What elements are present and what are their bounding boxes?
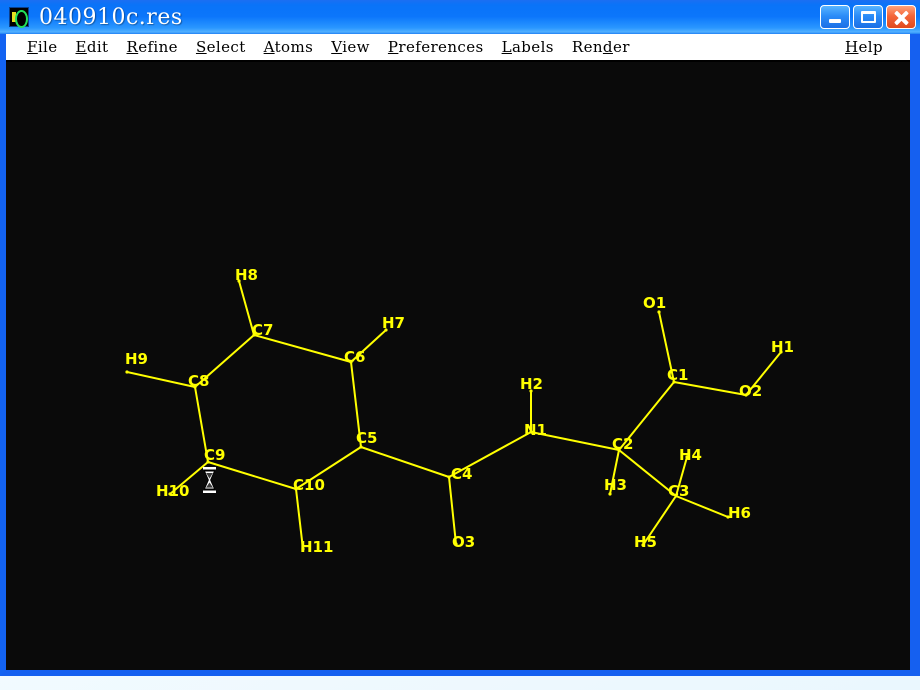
atom-label-C9[interactable]: C9 [204, 446, 225, 464]
menu-accelerator-key: d [602, 38, 613, 56]
atom-label-H2[interactable]: H2 [520, 375, 543, 393]
atom-label-C8[interactable]: C8 [188, 372, 209, 390]
atom-label-O2[interactable]: O2 [739, 382, 762, 400]
atom-group: O1 C1 O2 H1 C2 H3 C3 H4 H5 H6 N1 H2 C4 O3 C5 C6 H7 C7 H8 C8… [125, 266, 794, 556]
molecule-canvas[interactable]: O1 C1 O2 H1 C2 H3 C3 H4 H5 H6 N1 H2 C4 O3 C5 C6 H7 C7 H8 C8… [6, 62, 910, 670]
molecule-drawing: O1 C1 O2 H1 C2 H3 C3 H4 H5 H6 N1 H2 C4 O3 C5 C6 H7 C7 H8 C8… [125, 266, 794, 556]
menu-label-suffix: ile [37, 38, 58, 56]
bond-C6-C7[interactable] [253, 334, 352, 363]
atom-label-H4[interactable]: H4 [679, 446, 702, 464]
menu-label-suffix: elp [858, 38, 883, 56]
menu-accelerator-key: F [27, 38, 38, 56]
menu-accelerator-key: S [195, 38, 207, 56]
menu-item-view[interactable]: View [322, 38, 379, 56]
menu-item-help[interactable]: Help [836, 38, 892, 56]
atom-label-H9[interactable]: H9 [125, 350, 148, 368]
minimize-icon [829, 19, 841, 23]
menu-label-suffix: references [398, 38, 484, 56]
bond-group [126, 280, 782, 550]
menu-item-atoms[interactable]: Atoms [255, 38, 323, 56]
close-button[interactable] [886, 5, 916, 29]
atom-label-H8[interactable]: H8 [235, 266, 258, 284]
menu-label-suffix: iew [342, 38, 370, 56]
menu-item-edit[interactable]: Edit [66, 38, 117, 56]
atom-label-O1[interactable]: O1 [643, 294, 666, 312]
menu-accelerator-key: A [263, 38, 275, 56]
atom-label-O3[interactable]: O3 [452, 533, 475, 551]
atom-label-C5[interactable]: C5 [356, 429, 377, 447]
atom-label-C10[interactable]: C10 [293, 476, 325, 494]
menu-label-prefix: Ren [571, 38, 603, 56]
menu-accelerator-key: H [845, 38, 859, 56]
atom-label-C7[interactable]: C7 [252, 321, 273, 339]
title-bar[interactable]: 040910c.res [0, 0, 920, 34]
atom-label-C6[interactable]: C6 [344, 348, 365, 366]
atom-label-C3[interactable]: C3 [668, 482, 689, 500]
atom-label-H11[interactable]: H11 [300, 538, 333, 556]
menu-accelerator-key: L [501, 38, 512, 56]
menu-label-suffix: er [612, 38, 630, 56]
bond-C8-H9[interactable] [126, 371, 196, 388]
menu-label-suffix: toms [274, 38, 314, 56]
menu-accelerator-key: R [126, 38, 139, 56]
menu-item-labels[interactable]: Labels [493, 38, 563, 56]
menu-label-suffix: abels [511, 38, 554, 56]
maximize-icon [861, 11, 876, 23]
menu-item-preferences[interactable]: Preferences [379, 38, 493, 56]
atom-label-C1[interactable]: C1 [667, 366, 688, 384]
menu-item-file[interactable]: File [18, 38, 66, 56]
atom-label-C4[interactable]: C4 [451, 465, 472, 483]
menu-accelerator-key: V [331, 38, 343, 56]
atom-label-H3[interactable]: H3 [604, 476, 627, 494]
molecule-icon [9, 7, 29, 28]
menu-accelerator-key: P [387, 38, 399, 56]
atom-label-N1[interactable]: N1 [524, 421, 547, 439]
menu-label-suffix: efine [138, 38, 178, 56]
bond-C4-C5[interactable] [360, 446, 450, 478]
application-window: 040910c.res File Edit Refine Select Atoms Vie… [0, 0, 920, 676]
atom-label-H10[interactable]: H10 [156, 482, 189, 500]
menu-item-render[interactable]: Render [563, 38, 639, 56]
window-controls [820, 5, 916, 29]
atom-label-H6[interactable]: H6 [728, 504, 751, 522]
menu-accelerator-key: E [75, 38, 87, 56]
menu-label-suffix: elect [206, 38, 246, 56]
atom-label-H7[interactable]: H7 [382, 314, 405, 332]
atom-vertex-H9[interactable] [125, 370, 129, 374]
atom-label-H1[interactable]: H1 [771, 338, 794, 356]
atom-label-H5[interactable]: H5 [634, 533, 657, 551]
bond-C9-C10[interactable] [207, 461, 297, 490]
menu-label-suffix: dit [86, 38, 109, 56]
menu-bar: File Edit Refine Select Atoms View Preferences… [6, 34, 910, 62]
window-title: 040910c.res [39, 4, 183, 30]
minimize-button[interactable] [820, 5, 850, 29]
atom-label-C2[interactable]: C2 [612, 435, 633, 453]
menu-item-refine[interactable]: Refine [117, 38, 186, 56]
menu-item-select[interactable]: Select [187, 38, 255, 56]
maximize-button[interactable] [853, 5, 883, 29]
